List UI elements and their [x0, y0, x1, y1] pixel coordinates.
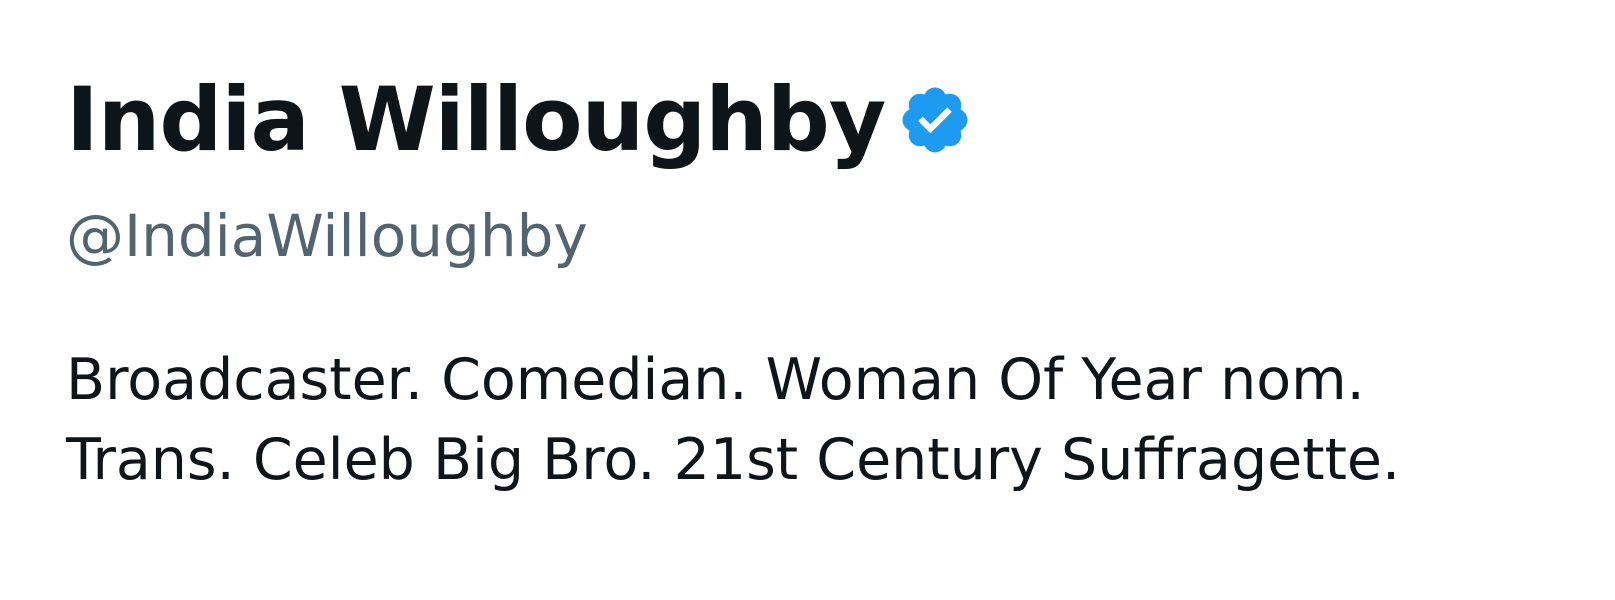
profile-bio: Broadcaster. Comedian. Woman Of Year nom…: [66, 340, 1606, 500]
verified-badge-icon[interactable]: [897, 82, 973, 158]
bio-line-1: Broadcaster. Comedian. Woman Of Year nom…: [66, 347, 1365, 413]
user-handle: @IndiaWilloughby: [66, 202, 588, 270]
display-name[interactable]: India Willoughby: [66, 70, 886, 170]
profile-header: India Willoughby @IndiaWilloughby Broadc…: [0, 0, 1615, 600]
name-row: India Willoughby: [66, 70, 973, 170]
bio-line-2: Trans. Celeb Big Bro. 21st Century Suffr…: [66, 427, 1401, 493]
